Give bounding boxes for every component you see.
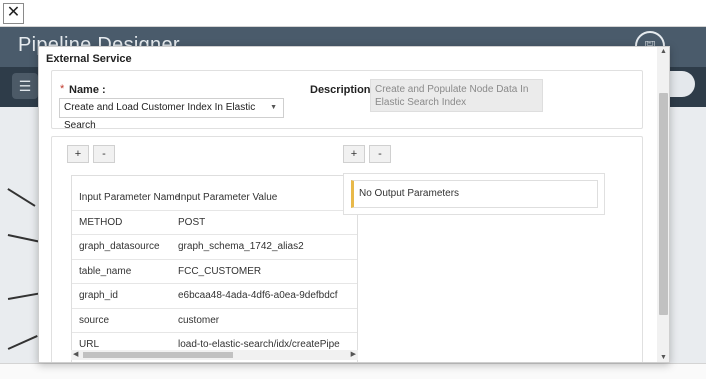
window-bottom-bar	[0, 363, 706, 379]
param-value[interactable]: graph_schema_1742_alias2	[178, 235, 304, 259]
window-top-bar: ✕	[0, 0, 706, 27]
scrollbar-thumb[interactable]	[83, 352, 233, 358]
description-label: Description :	[310, 84, 378, 96]
table-row[interactable]: source customer	[72, 309, 357, 333]
param-value[interactable]: POST	[178, 211, 205, 235]
description-field[interactable]: Create and Populate Node Data In Elastic…	[370, 79, 543, 112]
chevron-down-icon: ▼	[270, 104, 277, 111]
table-row[interactable]: graph_datasource graph_schema_1742_alias…	[72, 235, 357, 260]
name-select[interactable]: Create and Load Customer Index In Elasti…	[59, 98, 284, 131]
scroll-down-icon[interactable]: ▼	[660, 354, 667, 361]
external-service-dialog: External Service * Name : Create and Loa…	[38, 46, 670, 363]
add-input-param-button[interactable]: +	[67, 145, 89, 163]
param-name: METHOD	[79, 216, 123, 228]
name-label: Name :	[69, 84, 106, 96]
remove-input-param-button[interactable]: -	[93, 145, 115, 163]
param-name: table_name	[79, 265, 132, 277]
scroll-right-icon[interactable]: ▶	[351, 350, 356, 360]
scrollbar-thumb[interactable]	[659, 93, 668, 315]
hamburger-menu-icon[interactable]: ☰	[12, 73, 38, 99]
table-row[interactable]: graph_id e6bcaa48-4ada-4df6-a0ea-9defbdc…	[72, 284, 357, 309]
table-horizontal-scrollbar[interactable]: ◀ ▶	[71, 350, 358, 360]
table-header-row: Input Parameter Name Input Parameter Val…	[72, 186, 357, 211]
param-name: graph_id	[79, 290, 118, 301]
no-output-params-message: No Output Parameters	[351, 180, 598, 208]
param-value[interactable]: customer	[178, 309, 219, 333]
scroll-up-icon[interactable]: ▲	[660, 48, 667, 55]
dialog-vertical-scrollbar[interactable]: ▲ ▼	[657, 47, 669, 362]
column-header: Input Parameter Value	[178, 192, 278, 203]
param-value[interactable]: e6bcaa48-4ada-4df6-a0ea-9defbdcf	[178, 284, 338, 308]
close-icon[interactable]: ✕	[3, 3, 24, 24]
remove-output-param-button[interactable]: -	[369, 145, 391, 163]
input-parameters-table: Input Parameter Name Input Parameter Val…	[71, 175, 358, 362]
table-row[interactable]: METHOD POST	[72, 211, 357, 235]
param-value[interactable]: FCC_CUSTOMER	[178, 260, 261, 284]
required-marker: *	[60, 83, 65, 95]
scroll-left-icon[interactable]: ◀	[73, 350, 78, 360]
add-output-param-button[interactable]: +	[343, 145, 365, 163]
column-header: Input Parameter Name	[79, 192, 181, 203]
param-name: source	[79, 314, 110, 326]
param-name: graph_datasource	[79, 241, 160, 252]
dialog-title: External Service	[46, 53, 132, 65]
screen: ✕ Pipeline Designer 🖫 ☰ External Service…	[0, 0, 706, 379]
table-row[interactable]: table_name FCC_CUSTOMER	[72, 260, 357, 284]
